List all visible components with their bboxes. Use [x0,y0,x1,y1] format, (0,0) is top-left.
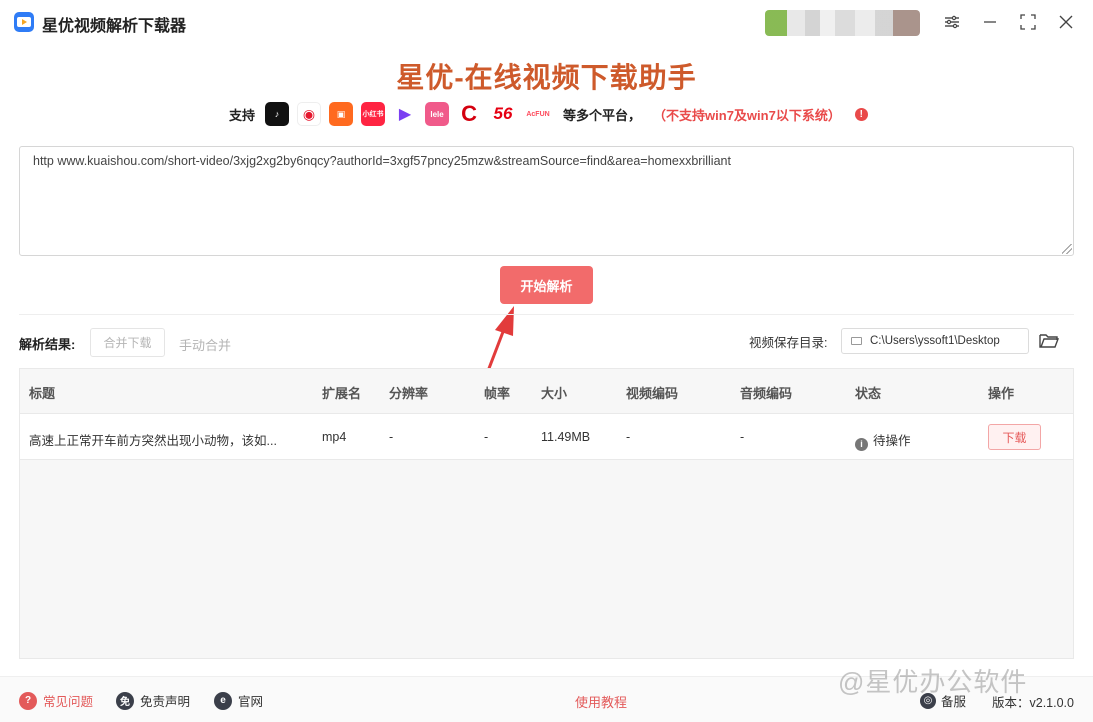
official-label: 官网 [238,695,264,709]
row-audio-codec: - [740,430,745,444]
maximize-icon[interactable] [1016,10,1040,34]
faq-link[interactable]: ? 常见问题 [19,691,93,710]
app-logo-icon [14,12,34,32]
disclaimer-label: 免责声明 [140,695,191,709]
title-bar: 星优视频解析下载器 [0,0,1093,44]
56-logo-icon: 56 [489,102,518,126]
brand-headline: 星优-在线视频下载助手 [396,62,697,93]
download-button[interactable]: 下载 [988,424,1041,450]
merge-download-button[interactable]: 合并下载 [90,328,165,357]
app-title: 星优视频解析下载器 [42,18,187,35]
col-video-codec: 视频编码 [626,386,679,401]
divider [19,314,1074,315]
user-avatar[interactable] [765,10,920,36]
save-dir-field[interactable]: C:\Users\yssoft1\Desktop [841,328,1029,354]
results-table: 标题 扩展名 分辨率 帧率 大小 视频编码 音频编码 状态 操作 高速上正常开车… [19,368,1074,659]
settings-icon[interactable] [940,10,964,34]
weibo-icon: ◉ [297,102,322,126]
row-video-codec: - [626,430,631,444]
col-audio-codec: 音频编码 [740,386,793,401]
results-label: 解析结果: [19,337,76,352]
manual-merge-button[interactable]: 手动合并 [179,335,231,354]
kuaishou-icon: ▣ [329,102,354,126]
save-dir-label: 视频保存目录: [749,336,828,350]
url-input[interactable]: http www.kuaishou.com/short-video/3xjg2x… [19,146,1074,256]
table-header: 标题 扩展名 分辨率 帧率 大小 视频编码 音频编码 状态 操作 [20,369,1073,414]
row-resolution: - [389,430,394,444]
play-icon: ▶ [393,102,418,126]
col-size: 大小 [541,386,568,401]
start-parse-button[interactable]: 开始解析 [500,266,593,304]
resize-grip-icon[interactable] [1062,244,1072,254]
col-title: 标题 [29,386,56,401]
folder-icon [851,337,862,345]
row-size: 11.49MB [541,430,591,444]
row-fps: - [484,430,489,444]
platform-prefix: 支持 [229,107,256,123]
row-ext: mp4 [322,430,347,444]
close-icon[interactable] [1054,10,1078,34]
question-icon: ? [19,691,37,710]
watermark: @星优办公软件 [838,667,1028,697]
lele-icon: lele [425,102,450,126]
row-title: 高速上正常开车前方突然出现小动物，该如... [29,434,277,448]
row-status: i 待操作 [855,430,911,451]
platform-row: 支持 ♪ ◉ ▣ 小红书 ▶ lele C 56 AcFUN 等多个平台， （不… [229,101,868,126]
row-status-text: 待操作 [873,434,911,448]
xiaohongshu-icon: 小红书 [361,102,386,126]
col-status: 状态 [855,386,882,401]
official-site-link[interactable]: e 官网 [214,691,263,710]
minimize-icon[interactable] [978,10,1002,34]
save-dir-value: C:\Users\yssoft1\Desktop [870,335,1000,347]
tiktok-icon: ♪ [265,102,290,126]
status-info-icon: i [855,437,868,451]
tutorial-link[interactable]: 使用教程 [575,692,627,711]
disclaimer-icon: 免 [116,691,134,710]
col-fps: 帧率 [484,386,511,401]
col-ext: 扩展名 [322,386,362,401]
browser-icon: e [214,691,232,710]
c-logo-icon: C [457,101,482,126]
system-warning: （不支持win7及win7以下系统） [653,107,841,123]
table-row[interactable]: 高速上正常开车前方突然出现小动物，该如... mp4 - - 11.49MB -… [20,414,1073,460]
disclaimer-link[interactable]: 免 免责声明 [116,691,190,710]
info-icon[interactable]: ! [854,107,868,121]
col-action: 操作 [988,386,1015,401]
faq-label: 常见问题 [43,695,94,709]
acfun-icon: AcFUN [525,102,552,126]
open-folder-icon[interactable] [1038,331,1060,351]
platform-more: 等多个平台， [563,107,642,123]
col-resolution: 分辨率 [389,386,429,401]
